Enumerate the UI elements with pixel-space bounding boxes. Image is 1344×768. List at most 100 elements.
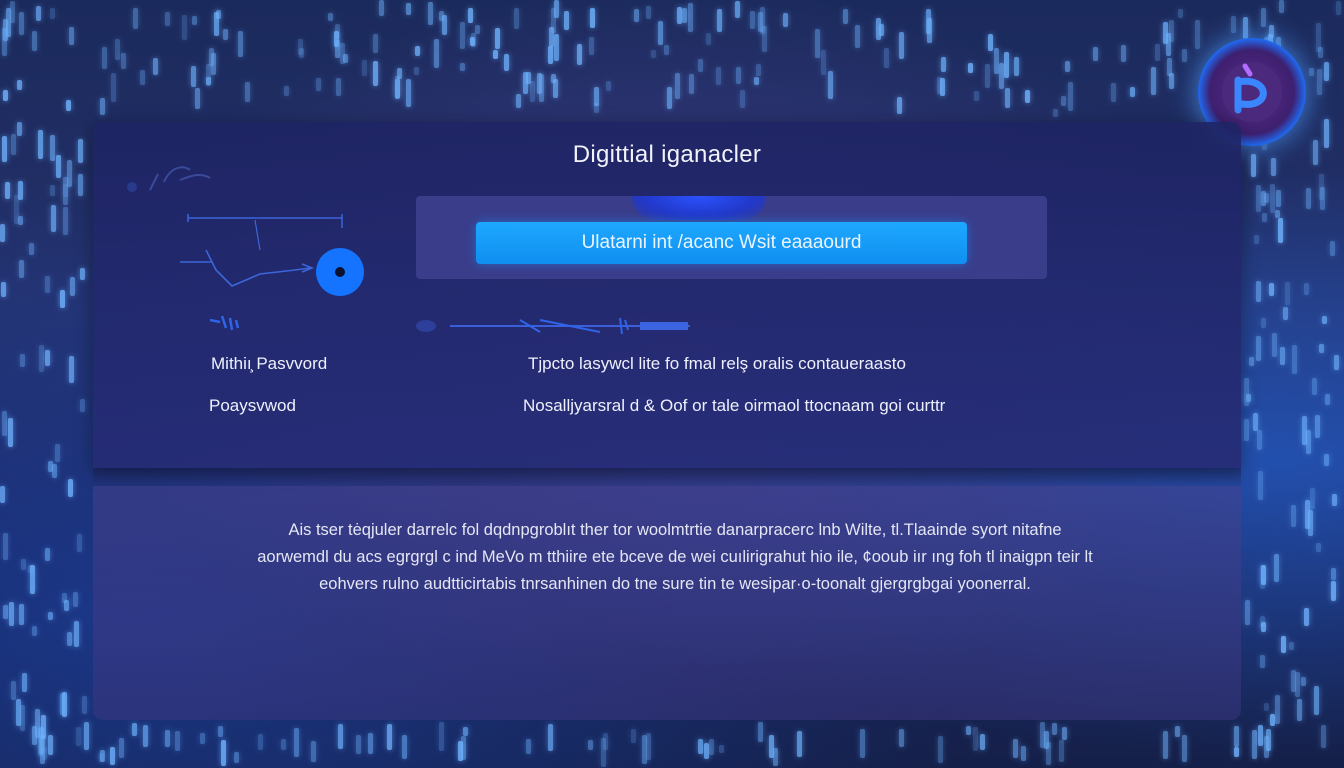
rain-dash [1312, 378, 1317, 395]
rain-dash [143, 725, 148, 747]
rain-dash [1316, 23, 1321, 52]
rain-dash [884, 48, 889, 68]
rain-dash [379, 0, 384, 16]
rain-dash [1234, 747, 1239, 757]
rain-dash [60, 290, 65, 308]
rain-dash [1319, 344, 1324, 353]
rain-dash [1151, 67, 1156, 95]
rain-dash [311, 741, 316, 762]
rain-dash [938, 736, 943, 763]
rain-dash [631, 729, 636, 743]
rain-dash [999, 63, 1004, 89]
rain-dash [504, 54, 509, 71]
rain-dash [1260, 616, 1265, 627]
rain-dash [0, 224, 5, 242]
rain-dash [1266, 729, 1271, 751]
rain-dash [1014, 57, 1019, 76]
rain-dash [21, 559, 26, 570]
rain-dash [29, 243, 34, 255]
rain-dash [1005, 88, 1010, 108]
rain-dash [99, 753, 104, 762]
rain-dash [63, 207, 68, 235]
rain-dash [937, 77, 942, 94]
rain-dash [1262, 213, 1267, 222]
rain-dash [368, 733, 373, 754]
rain-dash [468, 8, 473, 23]
rain-dash [1253, 413, 1258, 431]
rain-dash [1243, 17, 1248, 39]
rain-dash [415, 46, 420, 56]
rain-dash [48, 612, 53, 620]
rain-dash [897, 97, 902, 114]
rain-dash [463, 727, 468, 736]
description-line: eohvers rulno audtticirtabis tnrsanhinen… [319, 575, 1031, 593]
rain-dash [1245, 600, 1250, 625]
rain-dash [783, 13, 788, 27]
rain-dash [1261, 318, 1266, 328]
field-value-password: Nosalljyarsrаl d & Oof or tale oirmaol t… [523, 396, 946, 415]
rain-dash [1316, 543, 1321, 552]
rain-dash [17, 80, 22, 90]
rain-dash [667, 87, 672, 109]
rain-dash [50, 8, 55, 19]
rain-dash [1252, 730, 1257, 759]
rain-dash [1271, 158, 1276, 176]
rain-dash [1334, 355, 1339, 370]
rain-dash [32, 726, 37, 745]
rain-dash [658, 21, 663, 45]
rain-dash [1309, 68, 1314, 76]
rain-dash [70, 277, 75, 296]
rain-dash [740, 90, 745, 108]
rain-dash [1111, 83, 1116, 102]
rain-dash [74, 621, 79, 647]
rain-dash [769, 735, 774, 758]
rain-dash [1324, 454, 1329, 466]
rain-dash [218, 726, 223, 737]
rain-dash [603, 733, 608, 750]
rain-dash [182, 15, 187, 40]
rain-dash [76, 727, 81, 746]
rain-dash [223, 29, 228, 40]
rain-dash [899, 729, 904, 747]
rain-dash [3, 533, 8, 560]
rain-dash [460, 63, 465, 71]
rain-dash [340, 43, 345, 64]
rain-dash [3, 19, 8, 41]
rain-dash [1308, 510, 1313, 536]
rain-dash [238, 31, 243, 57]
rain-dash [736, 67, 741, 84]
rain-dash [132, 723, 137, 736]
rain-dash [32, 31, 37, 51]
rain-dash [1319, 174, 1324, 200]
rain-dash [1322, 316, 1327, 324]
rain-dash [1053, 109, 1058, 117]
rain-dash [1254, 235, 1259, 244]
rain-dash [8, 418, 13, 447]
rain-dash [1261, 191, 1266, 206]
rain-dash [133, 8, 138, 29]
rain-dash [1021, 746, 1026, 761]
rain-dash [735, 1, 740, 18]
rain-dash [56, 155, 61, 178]
rain-dash [175, 731, 180, 751]
rain-dash [1004, 52, 1009, 78]
rain-dash [221, 740, 226, 766]
rain-dash [55, 444, 60, 462]
rain-dash [30, 565, 35, 594]
rain-dash [62, 692, 67, 717]
rain-dash [539, 74, 544, 102]
rain-dash [526, 739, 531, 754]
rain-dash [523, 72, 528, 94]
rain-dash [646, 6, 651, 19]
description-line: aorwemdl du acs egrgrgl c ind MeVo m tth… [257, 548, 1093, 566]
rain-dash [80, 399, 85, 412]
rain-dash [1272, 333, 1277, 357]
field-label-master-password: Mithiı̧ Pasvvord [211, 354, 328, 373]
rain-dash [1068, 82, 1073, 111]
rain-dash [69, 356, 74, 383]
rain-dash [82, 696, 87, 714]
rain-dash [1292, 345, 1297, 374]
rain-dash [717, 9, 722, 32]
rain-dash [362, 60, 367, 76]
rain-dash [284, 86, 289, 96]
